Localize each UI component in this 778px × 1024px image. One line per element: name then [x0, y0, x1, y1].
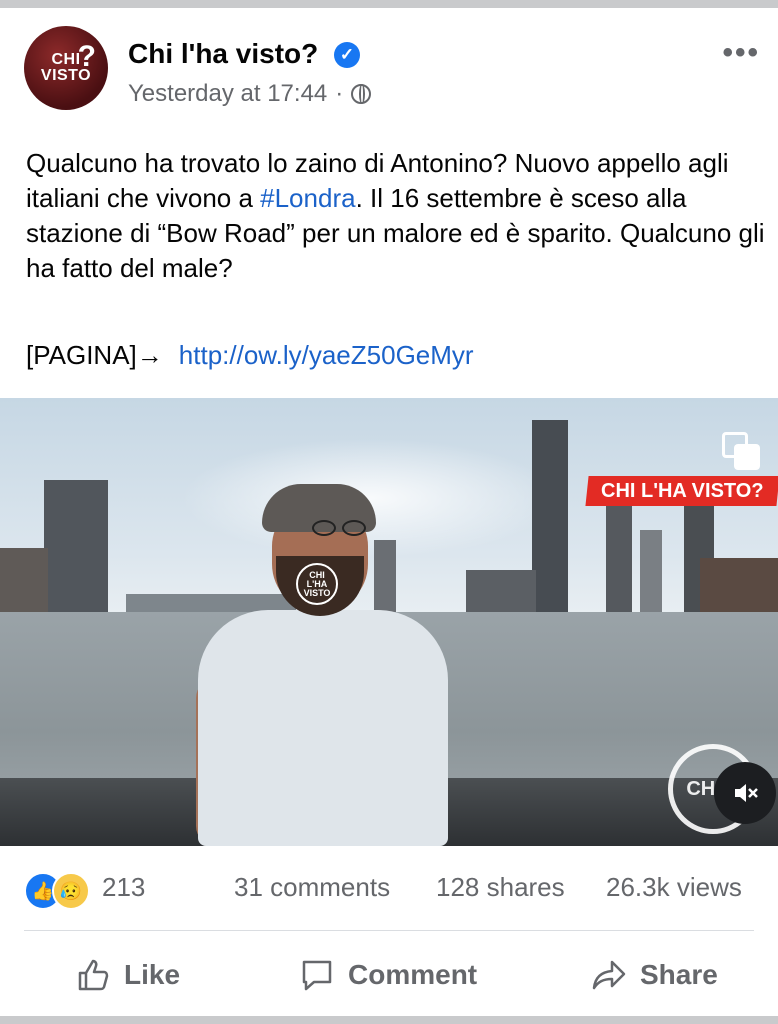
top-separator	[0, 0, 778, 22]
reactions[interactable]: 👍 😥	[24, 872, 96, 910]
page-name[interactable]: Chi l'ha visto?	[128, 38, 318, 70]
person-glasses	[312, 520, 370, 538]
cloud	[180, 438, 560, 558]
share-label: Share	[640, 959, 718, 990]
like-label: Like	[124, 959, 181, 990]
share-button[interactable]: Share	[590, 946, 718, 1004]
building	[374, 540, 396, 620]
like-button[interactable]: Like	[74, 946, 180, 1004]
post-text: Qualcuno ha trovato lo zaino di Antonino…	[26, 146, 766, 286]
engagement-stats: 👍 😥 213 31 comments 128 shares 26.3k vie…	[24, 868, 768, 912]
verified-badge-icon: ✓	[334, 42, 360, 68]
page-avatar[interactable]: CHI VISTO ?	[24, 26, 108, 110]
copy-icon[interactable]	[722, 432, 760, 470]
thumbs-up-icon	[78, 959, 109, 991]
show-banner: CHI L'HA VISTO?	[585, 476, 778, 506]
building	[44, 480, 108, 618]
page-link-line: [PAGINA]→ http://ow.ly/yaeZ50GeMyr	[26, 340, 474, 371]
building	[466, 570, 536, 618]
comment-button[interactable]: Comment	[298, 946, 477, 1004]
page-prefix: [PAGINA]→	[26, 340, 163, 370]
building	[640, 530, 662, 616]
video-player[interactable]: CHI L'HA VISTO CHI L'HA VISTO? CHI V	[0, 398, 778, 846]
view-count: 26.3k views	[606, 872, 742, 902]
share-icon	[592, 960, 626, 990]
tower-building	[532, 420, 568, 616]
more-options-icon[interactable]: •••	[722, 36, 760, 70]
share-count[interactable]: 128 shares	[436, 872, 565, 903]
reaction-count[interactable]: 213	[102, 872, 145, 903]
meta-separator: ·	[335, 80, 344, 107]
post-timestamp[interactable]: Yesterday at 17:44	[128, 80, 327, 108]
comment-count[interactable]: 31 comments	[234, 872, 390, 903]
post-header: CHI VISTO ? Chi l'ha visto? ✓ Yesterday …	[24, 26, 764, 116]
globe-icon	[351, 84, 372, 104]
action-bar: Like Comment Share	[0, 946, 778, 1004]
building	[606, 490, 632, 616]
bottom-separator	[0, 1016, 778, 1024]
sad-reaction-icon: 😥	[52, 872, 90, 910]
building	[700, 558, 778, 618]
comment-label: Comment	[348, 959, 478, 990]
avatar-question-mark: ?	[77, 40, 96, 73]
comment-icon	[302, 960, 332, 991]
mute-toggle-icon[interactable]	[714, 762, 776, 824]
post-meta: Yesterday at 17:44 ·	[128, 80, 372, 108]
person-shirt	[198, 610, 448, 846]
hashtag-link[interactable]: #Londra	[260, 183, 355, 213]
building	[0, 548, 48, 622]
external-link[interactable]: http://ow.ly/yaeZ50GeMyr	[179, 340, 474, 370]
divider	[24, 930, 754, 931]
watermark-logo: CHI L'HA VISTO	[296, 563, 338, 605]
